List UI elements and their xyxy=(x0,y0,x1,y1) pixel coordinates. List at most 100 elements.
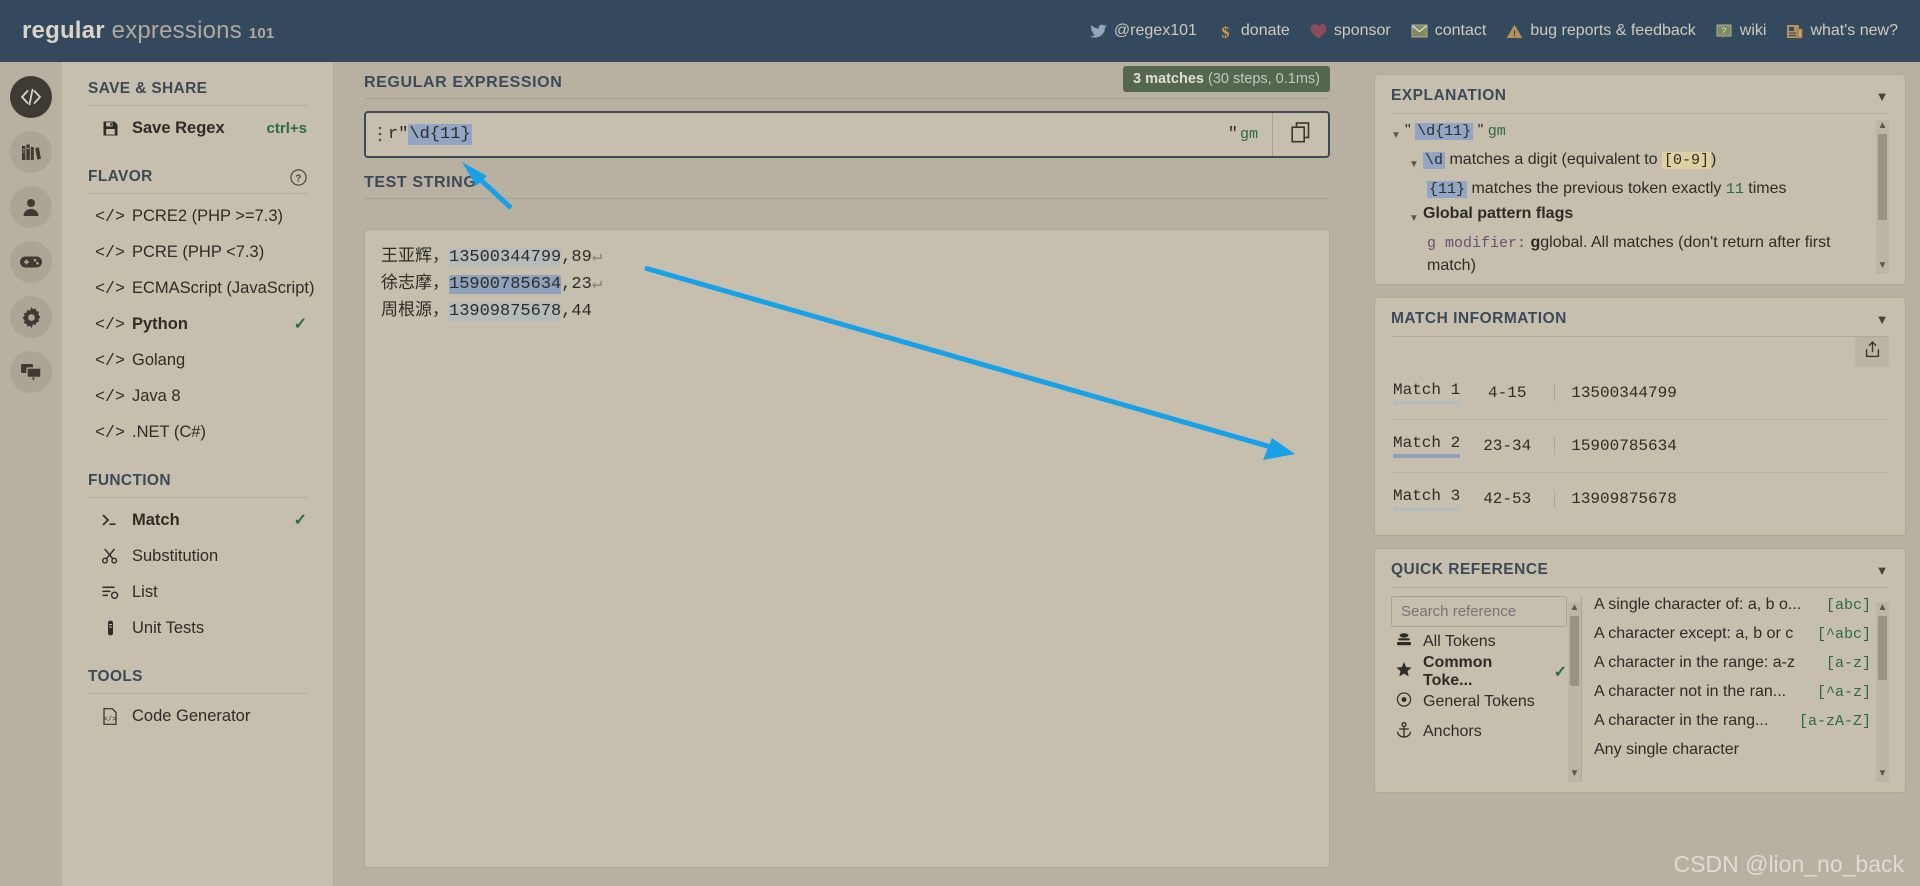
match-row[interactable]: Match 1 4-15 13500344799 xyxy=(1391,367,1889,420)
test-tube-icon xyxy=(100,620,120,636)
rail-code-button[interactable] xyxy=(10,76,52,118)
quick-reference-item[interactable]: A single character of: a, b o... [abc] xyxy=(1594,596,1871,625)
nav-wiki[interactable]: ? wiki xyxy=(1716,22,1767,40)
line-prefix: 王亚辉， xyxy=(381,248,449,267)
collapse-triangle-icon[interactable]: ▼ xyxy=(1409,149,1423,176)
quick-reference-header[interactable]: QUICK REFERENCE ▼ xyxy=(1391,561,1889,588)
sidebar-tool-code-generator[interactable]: </> Code Generator xyxy=(88,698,307,734)
nav-whats-new[interactable]: what's new? xyxy=(1786,22,1898,40)
quick-reference-item[interactable]: Any single character xyxy=(1594,741,1871,770)
explanation-row-flags-title: ▼ Global pattern flags xyxy=(1391,203,1871,230)
sidebar-flavor-python[interactable]: </> Python ✓ xyxy=(88,306,307,342)
scroll-down-icon[interactable]: ▼ xyxy=(1878,768,1888,780)
news-icon xyxy=(1786,23,1803,40)
quick-reference-category-general-tokens[interactable]: General Tokens xyxy=(1391,687,1567,717)
rail-chat-button[interactable] xyxy=(10,351,52,393)
help-icon[interactable]: ? xyxy=(290,168,307,186)
quote-open: " xyxy=(1405,122,1411,139)
collapse-triangle-icon[interactable]: ▼ xyxy=(1409,203,1423,230)
quick-reference-category-common-tokens[interactable]: Common Toke... ✓ xyxy=(1391,654,1567,689)
quick-reference-category-scrollbar[interactable]: ▲ ▼ xyxy=(1568,602,1581,782)
svg-text:?: ? xyxy=(1722,25,1727,35)
sidebar-function-unit-tests[interactable]: Unit Tests xyxy=(88,610,307,646)
quick-reference-item[interactable]: A character in the rang... [a-zA-Z] xyxy=(1594,712,1871,741)
regex-input-area[interactable]: r" \d{11} xyxy=(366,124,1228,145)
sidebar-function-list[interactable]: List xyxy=(88,574,307,610)
match-value: 15900785634 xyxy=(1554,437,1677,455)
nav-wiki-label: wiki xyxy=(1739,22,1767,39)
chevron-down-icon[interactable]: ▼ xyxy=(1876,89,1889,104)
nav-twitter[interactable]: @regex101 xyxy=(1089,22,1197,40)
center-column: REGULAR EXPRESSION 3 matches (30 steps, … xyxy=(334,62,1360,886)
line-prefix: 周根源， xyxy=(381,302,449,321)
line-match[interactable]: 13500344799 xyxy=(449,248,562,267)
site-logo[interactable]: regular expressions 101 xyxy=(22,17,274,45)
quick-reference-category-anchors[interactable]: Anchors xyxy=(1391,717,1567,747)
match-row[interactable]: Match 2 23-34 15900785634 xyxy=(1391,420,1889,473)
line-match[interactable]: 13909875678 xyxy=(449,302,562,321)
sidebar-flavor-dotnet[interactable]: </> .NET (C#) xyxy=(88,414,307,450)
sidebar-function-match[interactable]: Match ✓ xyxy=(88,502,307,538)
explanation-header[interactable]: EXPLANATION ▼ xyxy=(1391,87,1889,114)
quick-reference-item[interactable]: A character not in the ran... [^a-z] xyxy=(1594,683,1871,712)
quick-reference-item[interactable]: A character except: a, b or c [^abc] xyxy=(1594,625,1871,654)
sidebar-flavor-pcre[interactable]: </> PCRE (PHP <7.3) xyxy=(88,234,307,270)
scroll-up-icon[interactable]: ▲ xyxy=(1570,602,1580,614)
match-value: 13909875678 xyxy=(1554,490,1677,508)
test-string-editor[interactable]: 王亚辉，13500344799,89↵ 徐志摩，15900785634,23↵ … xyxy=(364,229,1330,868)
rail-library-button[interactable] xyxy=(10,131,52,173)
regex-flags[interactable]: " gm xyxy=(1228,125,1272,144)
regex-pattern[interactable]: \d{11} xyxy=(408,124,472,145)
scroll-thumb[interactable] xyxy=(1878,616,1887,680)
item-description: A single character of: a, b o... xyxy=(1594,596,1802,613)
drag-handle-icon[interactable] xyxy=(378,125,382,145)
nav-contact[interactable]: contact xyxy=(1411,22,1487,40)
chevron-down-icon[interactable]: ▼ xyxy=(1876,563,1889,578)
rail-gamepad-button[interactable] xyxy=(10,241,52,283)
nav-donate[interactable]: $ donate xyxy=(1217,22,1289,40)
save-regex-button[interactable]: Save Regex ctrl+s xyxy=(88,110,307,146)
line-match[interactable]: 15900785634 xyxy=(449,275,562,294)
scroll-thumb[interactable] xyxy=(1878,134,1887,220)
regex-input-box[interactable]: r" \d{11} " gm xyxy=(364,111,1330,158)
rail-account-button[interactable] xyxy=(10,186,52,228)
save-share-title: SAVE & SHARE xyxy=(88,80,208,97)
test-string-line: 周根源，13909875678,44 xyxy=(381,298,1313,325)
digit-equivalent: [0-9] xyxy=(1662,152,1712,169)
scroll-down-icon[interactable]: ▼ xyxy=(1878,260,1888,272)
scroll-down-icon[interactable]: ▼ xyxy=(1570,768,1580,780)
quick-reference-category-all-tokens[interactable]: All Tokens xyxy=(1391,627,1567,657)
scroll-thumb[interactable] xyxy=(1570,616,1579,686)
sidebar-flavor-pcre2[interactable]: </> PCRE2 (PHP >=7.3) xyxy=(88,198,307,234)
export-matches-button[interactable] xyxy=(1855,337,1889,367)
chevron-down-icon[interactable]: ▼ xyxy=(1876,312,1889,327)
explanation-title: EXPLANATION xyxy=(1391,87,1507,104)
quick-reference-item[interactable]: A character in the range: a-z [a-z] xyxy=(1594,654,1871,683)
quick-reference-items-scrollbar[interactable]: ▲ ▼ xyxy=(1876,602,1889,782)
check-icon: ✓ xyxy=(293,316,307,333)
match-row[interactable]: Match 3 42-53 13909875678 xyxy=(1391,473,1889,525)
library-icon xyxy=(20,142,42,162)
account-icon xyxy=(21,197,41,217)
match-information-header[interactable]: MATCH INFORMATION ▼ xyxy=(1391,310,1889,337)
sidebar-flavor-golang[interactable]: </> Golang xyxy=(88,342,307,378)
scroll-up-icon[interactable]: ▲ xyxy=(1878,120,1888,132)
nav-sponsor[interactable]: sponsor xyxy=(1310,22,1391,40)
sidebar-flavor-ecmascript[interactable]: </> ECMAScript (JavaScript) xyxy=(88,270,314,306)
sidebar-flavor-java8[interactable]: </> Java 8 xyxy=(88,378,307,414)
svg-text:!: ! xyxy=(1513,28,1516,38)
copy-regex-button[interactable] xyxy=(1272,113,1328,156)
svg-text:$: $ xyxy=(1221,24,1229,40)
quantifier-text: matches the previous token exactly xyxy=(1467,180,1726,197)
explanation-scrollbar[interactable]: ▲ ▼ xyxy=(1876,120,1889,274)
rail-settings-button[interactable] xyxy=(10,296,52,338)
nav-bug-reports[interactable]: ! bug reports & feedback xyxy=(1506,22,1696,40)
search-reference-input[interactable] xyxy=(1391,596,1567,627)
collapse-triangle-icon[interactable]: ▼ xyxy=(1391,120,1405,147)
nav-contact-label: contact xyxy=(1434,22,1487,39)
flag-g-bold: g xyxy=(1530,234,1541,251)
test-string-line: 王亚辉，13500344799,89↵ xyxy=(381,244,1313,271)
scroll-up-icon[interactable]: ▲ xyxy=(1878,602,1888,614)
digit-token: \d xyxy=(1423,152,1446,169)
sidebar-function-substitution[interactable]: Substitution xyxy=(88,538,307,574)
